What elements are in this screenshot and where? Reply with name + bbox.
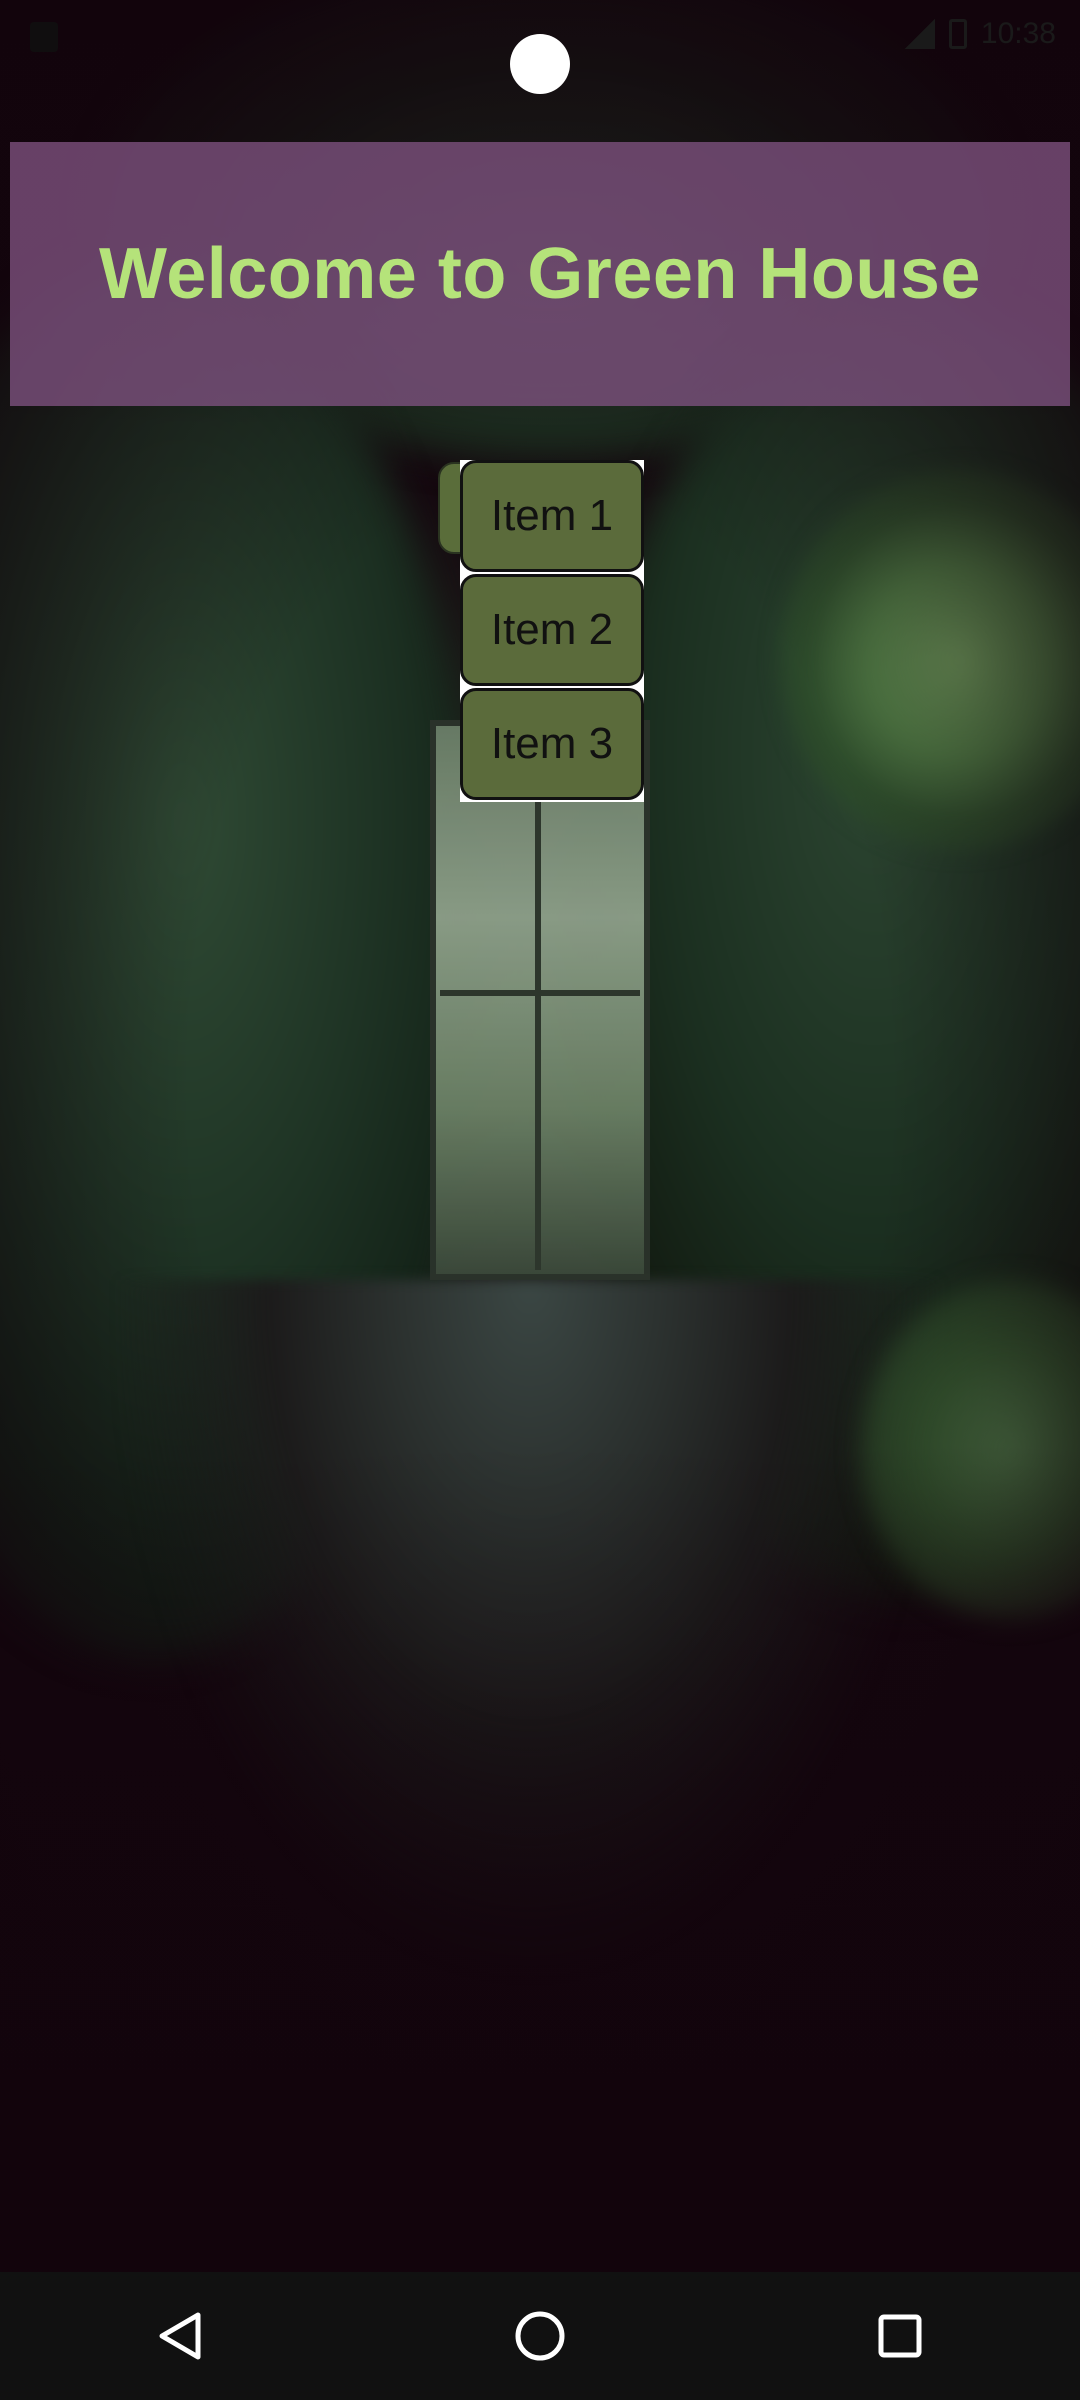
navigation-bar: [0, 2272, 1080, 2400]
dropdown-item-label: Item 1: [490, 491, 614, 540]
notification-icon: [30, 22, 58, 52]
home-button[interactable]: [480, 2286, 600, 2386]
camera-cutout: [510, 34, 570, 94]
dropdown-item-label: Item 3: [490, 719, 614, 768]
page-title: Welcome to Green House: [99, 234, 981, 314]
status-right-group: 10:38: [904, 14, 1056, 54]
dropdown-item-label: Item 2: [490, 605, 614, 654]
home-circle-icon: [515, 2311, 565, 2361]
battery-icon: [948, 19, 967, 49]
dropdown-menu: Item 1 Item 2 Item 3: [460, 460, 644, 802]
dropdown-item-1[interactable]: Item 1: [460, 460, 644, 572]
signal-icon: [904, 19, 935, 49]
recents-square-icon: [878, 2314, 922, 2358]
dropdown-item-2[interactable]: Item 2: [460, 574, 644, 686]
header-banner: Welcome to Green House: [10, 142, 1070, 406]
status-time: 10:38: [980, 17, 1056, 50]
status-bar: 10:38: [0, 0, 1080, 94]
back-triangle-icon: [159, 2312, 201, 2360]
dropdown-item-3[interactable]: Item 3: [460, 688, 644, 800]
back-button[interactable]: [120, 2286, 240, 2386]
recents-button[interactable]: [840, 2286, 960, 2386]
